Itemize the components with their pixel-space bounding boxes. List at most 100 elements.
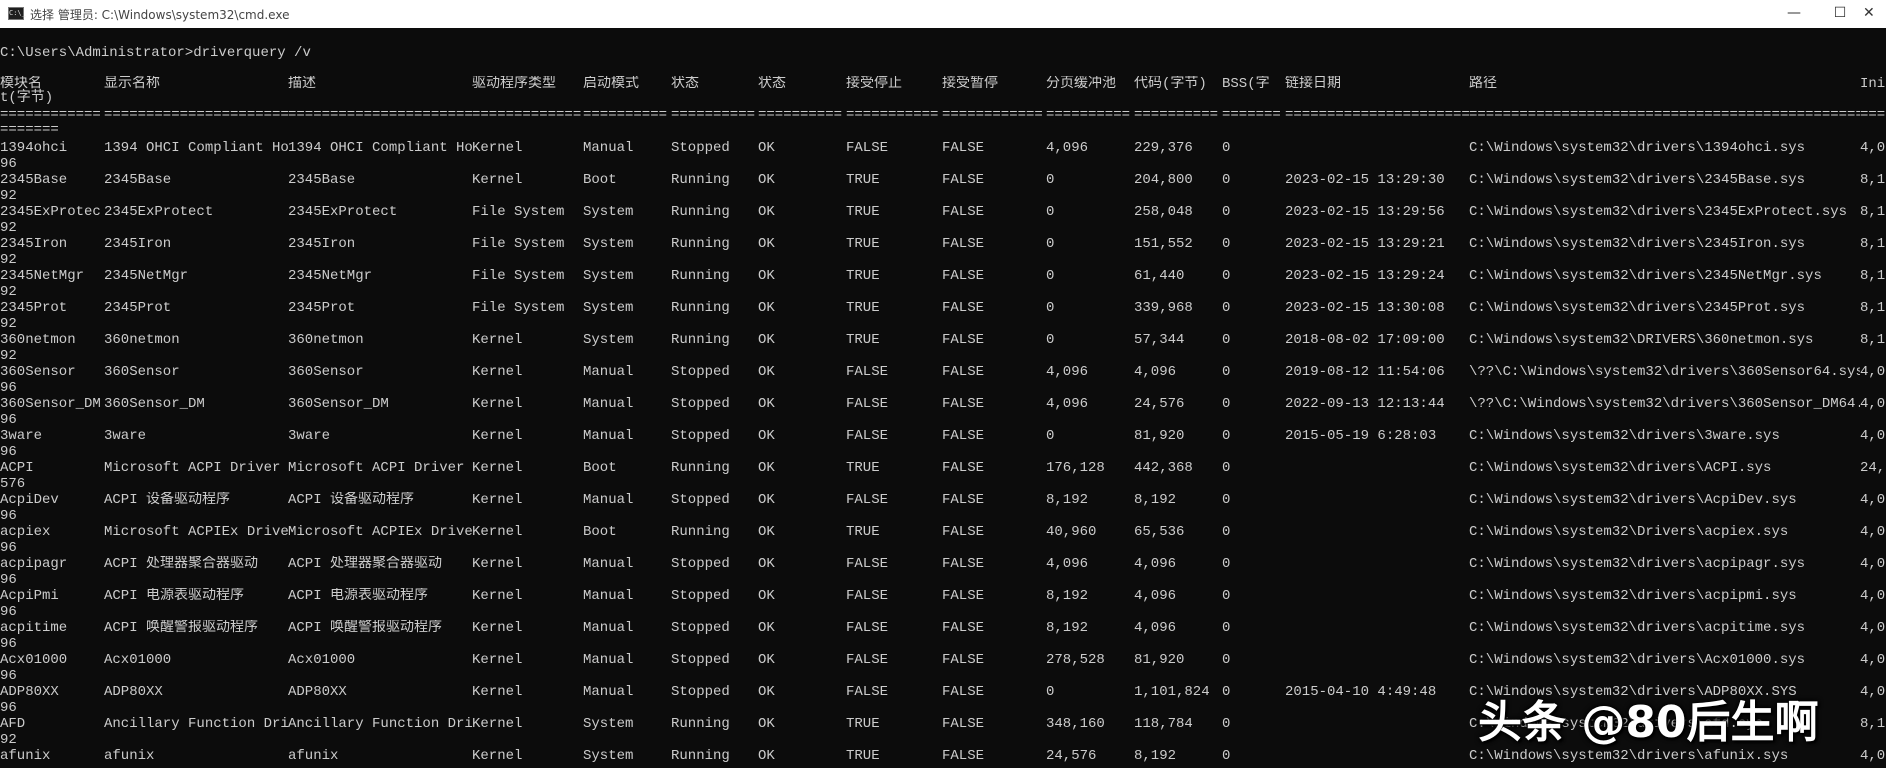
cell-init-wrap: 96 (0, 380, 17, 396)
cell-driver-type: Kernel (472, 620, 523, 636)
cell-accept-pause: FALSE (942, 172, 985, 188)
separator-path: ========================================… (1469, 107, 1860, 123)
cell-accept-stop: FALSE (846, 428, 889, 444)
cell-module-name: AcpiPmi (0, 588, 59, 604)
cell-link-date: 2023-02-15 13:30:08 (1285, 300, 1445, 316)
cell-path: C:\Windows\system32\DRIVERS\360netmon.sy… (1469, 332, 1814, 348)
cell-init-wrap: 92 (0, 316, 17, 332)
cell-code-bytes: 229,376 (1134, 140, 1193, 156)
cell-bss: 0 (1222, 236, 1231, 252)
cell-description: 2345NetMgr (288, 268, 373, 284)
cell-start-mode: System (583, 716, 634, 732)
cell-code-bytes: 4,096 (1134, 620, 1177, 636)
cell-accept-pause: FALSE (942, 620, 985, 636)
cell-bss: 0 (1222, 300, 1231, 316)
cell-bss: 0 (1222, 716, 1231, 732)
cell-description: ACPI 设备驱动程序 (288, 492, 415, 508)
cell-path: C:\Windows\system32\drivers\AcpiDev.sys (1469, 492, 1797, 508)
cell-state: Stopped (671, 684, 730, 700)
cell-accept-pause: FALSE (942, 492, 985, 508)
cell-link-date (1285, 588, 1469, 604)
cell-driver-type: Kernel (472, 460, 523, 476)
cell-start-mode: Manual (583, 652, 634, 668)
cell-link-date (1285, 620, 1469, 636)
cell-init-wrap: 96 (0, 412, 17, 428)
cell-state: Stopped (671, 588, 730, 604)
cell-init: 4,0 (1860, 364, 1886, 380)
cell-init: 4,0 (1860, 524, 1886, 540)
cell-init-wrap: 96 (0, 668, 17, 684)
console-output[interactable]: C:\Users\Administrator>driverquery /v 模块… (0, 28, 1886, 768)
cell-driver-type: Kernel (472, 396, 523, 412)
cell-paged-pool: 4,096 (1046, 556, 1089, 572)
cell-link-date (1285, 524, 1469, 540)
cell-start-mode: Boot (583, 172, 617, 188)
cell-start-mode: System (583, 236, 634, 252)
cell-status: OK (758, 268, 775, 284)
cell-paged-pool: 4,096 (1046, 396, 1089, 412)
cell-module-name: 2345Prot (0, 300, 68, 316)
cell-start-mode: System (583, 300, 634, 316)
cmd-app-icon: C:\_ (8, 7, 26, 20)
cell-accept-pause: FALSE (942, 556, 985, 572)
cell-accept-pause: FALSE (942, 428, 985, 444)
cell-module-name: 2345NetMgr (0, 268, 85, 284)
cell-bss: 0 (1222, 332, 1231, 348)
cell-code-bytes: 4,096 (1134, 588, 1177, 604)
cell-paged-pool: 176,128 (1046, 460, 1105, 476)
cell-init: 8,1 (1860, 236, 1886, 252)
cell-code-bytes: 151,552 (1134, 236, 1193, 252)
cell-status: OK (758, 492, 775, 508)
cell-link-date (1285, 748, 1469, 764)
cell-description: 360Sensor (288, 364, 364, 380)
cell-display-name: Microsoft ACPI Driver (104, 460, 281, 476)
cell-init: 4,0 (1860, 396, 1886, 412)
cell-accept-stop: FALSE (846, 396, 889, 412)
cell-init: 4,0 (1860, 620, 1886, 636)
minimize-button[interactable]: — (1771, 0, 1817, 28)
cell-init: 4,0 (1860, 428, 1886, 444)
cell-code-bytes: 118,784 (1134, 716, 1193, 732)
cell-paged-pool: 0 (1046, 204, 1055, 220)
cell-paged-pool: 348,160 (1046, 716, 1105, 732)
cell-path: C:\Windows\system32\Drivers\acpiex.sys (1469, 524, 1789, 540)
cell-display-name: afunix (104, 748, 155, 764)
cell-module-name: 360Sensor (0, 364, 76, 380)
cell-accept-stop: TRUE (846, 268, 880, 284)
header-description: 描述 (288, 76, 316, 92)
cell-accept-pause: FALSE (942, 716, 985, 732)
separator-display-name: ====================== (104, 107, 288, 123)
cell-init-wrap: 92 (0, 284, 17, 300)
cell-accept-stop: TRUE (846, 300, 880, 316)
maximize-button[interactable]: ☐ (1817, 0, 1863, 28)
cell-driver-type: Kernel (472, 524, 523, 540)
cell-status: OK (758, 748, 775, 764)
cell-code-bytes: 339,968 (1134, 300, 1193, 316)
cell-driver-type: Kernel (472, 172, 523, 188)
cell-status: OK (758, 300, 775, 316)
cell-accept-pause: FALSE (942, 204, 985, 220)
cell-accept-pause: FALSE (942, 396, 985, 412)
cell-code-bytes: 1,101,824 (1134, 684, 1210, 700)
cell-status: OK (758, 140, 775, 156)
cell-display-name: 2345NetMgr (104, 268, 189, 284)
close-button[interactable]: ✕ (1863, 0, 1886, 28)
cell-module-name: afunix (0, 748, 51, 764)
cell-accept-stop: TRUE (846, 332, 880, 348)
header-init: Ini (1860, 76, 1886, 92)
cell-bss: 0 (1222, 140, 1231, 156)
cell-display-name: 2345Iron (104, 236, 172, 252)
cell-bss: 0 (1222, 172, 1231, 188)
cell-display-name: 360Sensor_DM (104, 396, 205, 412)
cell-display-name: 2345Prot (104, 300, 172, 316)
header-driver-type: 驱动程序类型 (472, 76, 556, 92)
separator-link-date: ====================== (1285, 107, 1469, 123)
cell-module-name: 2345Base (0, 172, 68, 188)
cell-code-bytes: 442,368 (1134, 460, 1193, 476)
cell-path: \??\C:\Windows\system32\drivers\360Senso… (1469, 396, 1860, 412)
cell-module-name: ADP80XX (0, 684, 59, 700)
cell-state: Stopped (671, 428, 730, 444)
cell-link-date: 2015-05-19 6:28:03 (1285, 428, 1437, 444)
cell-bss: 0 (1222, 364, 1231, 380)
cell-init: 8,1 (1860, 332, 1886, 348)
